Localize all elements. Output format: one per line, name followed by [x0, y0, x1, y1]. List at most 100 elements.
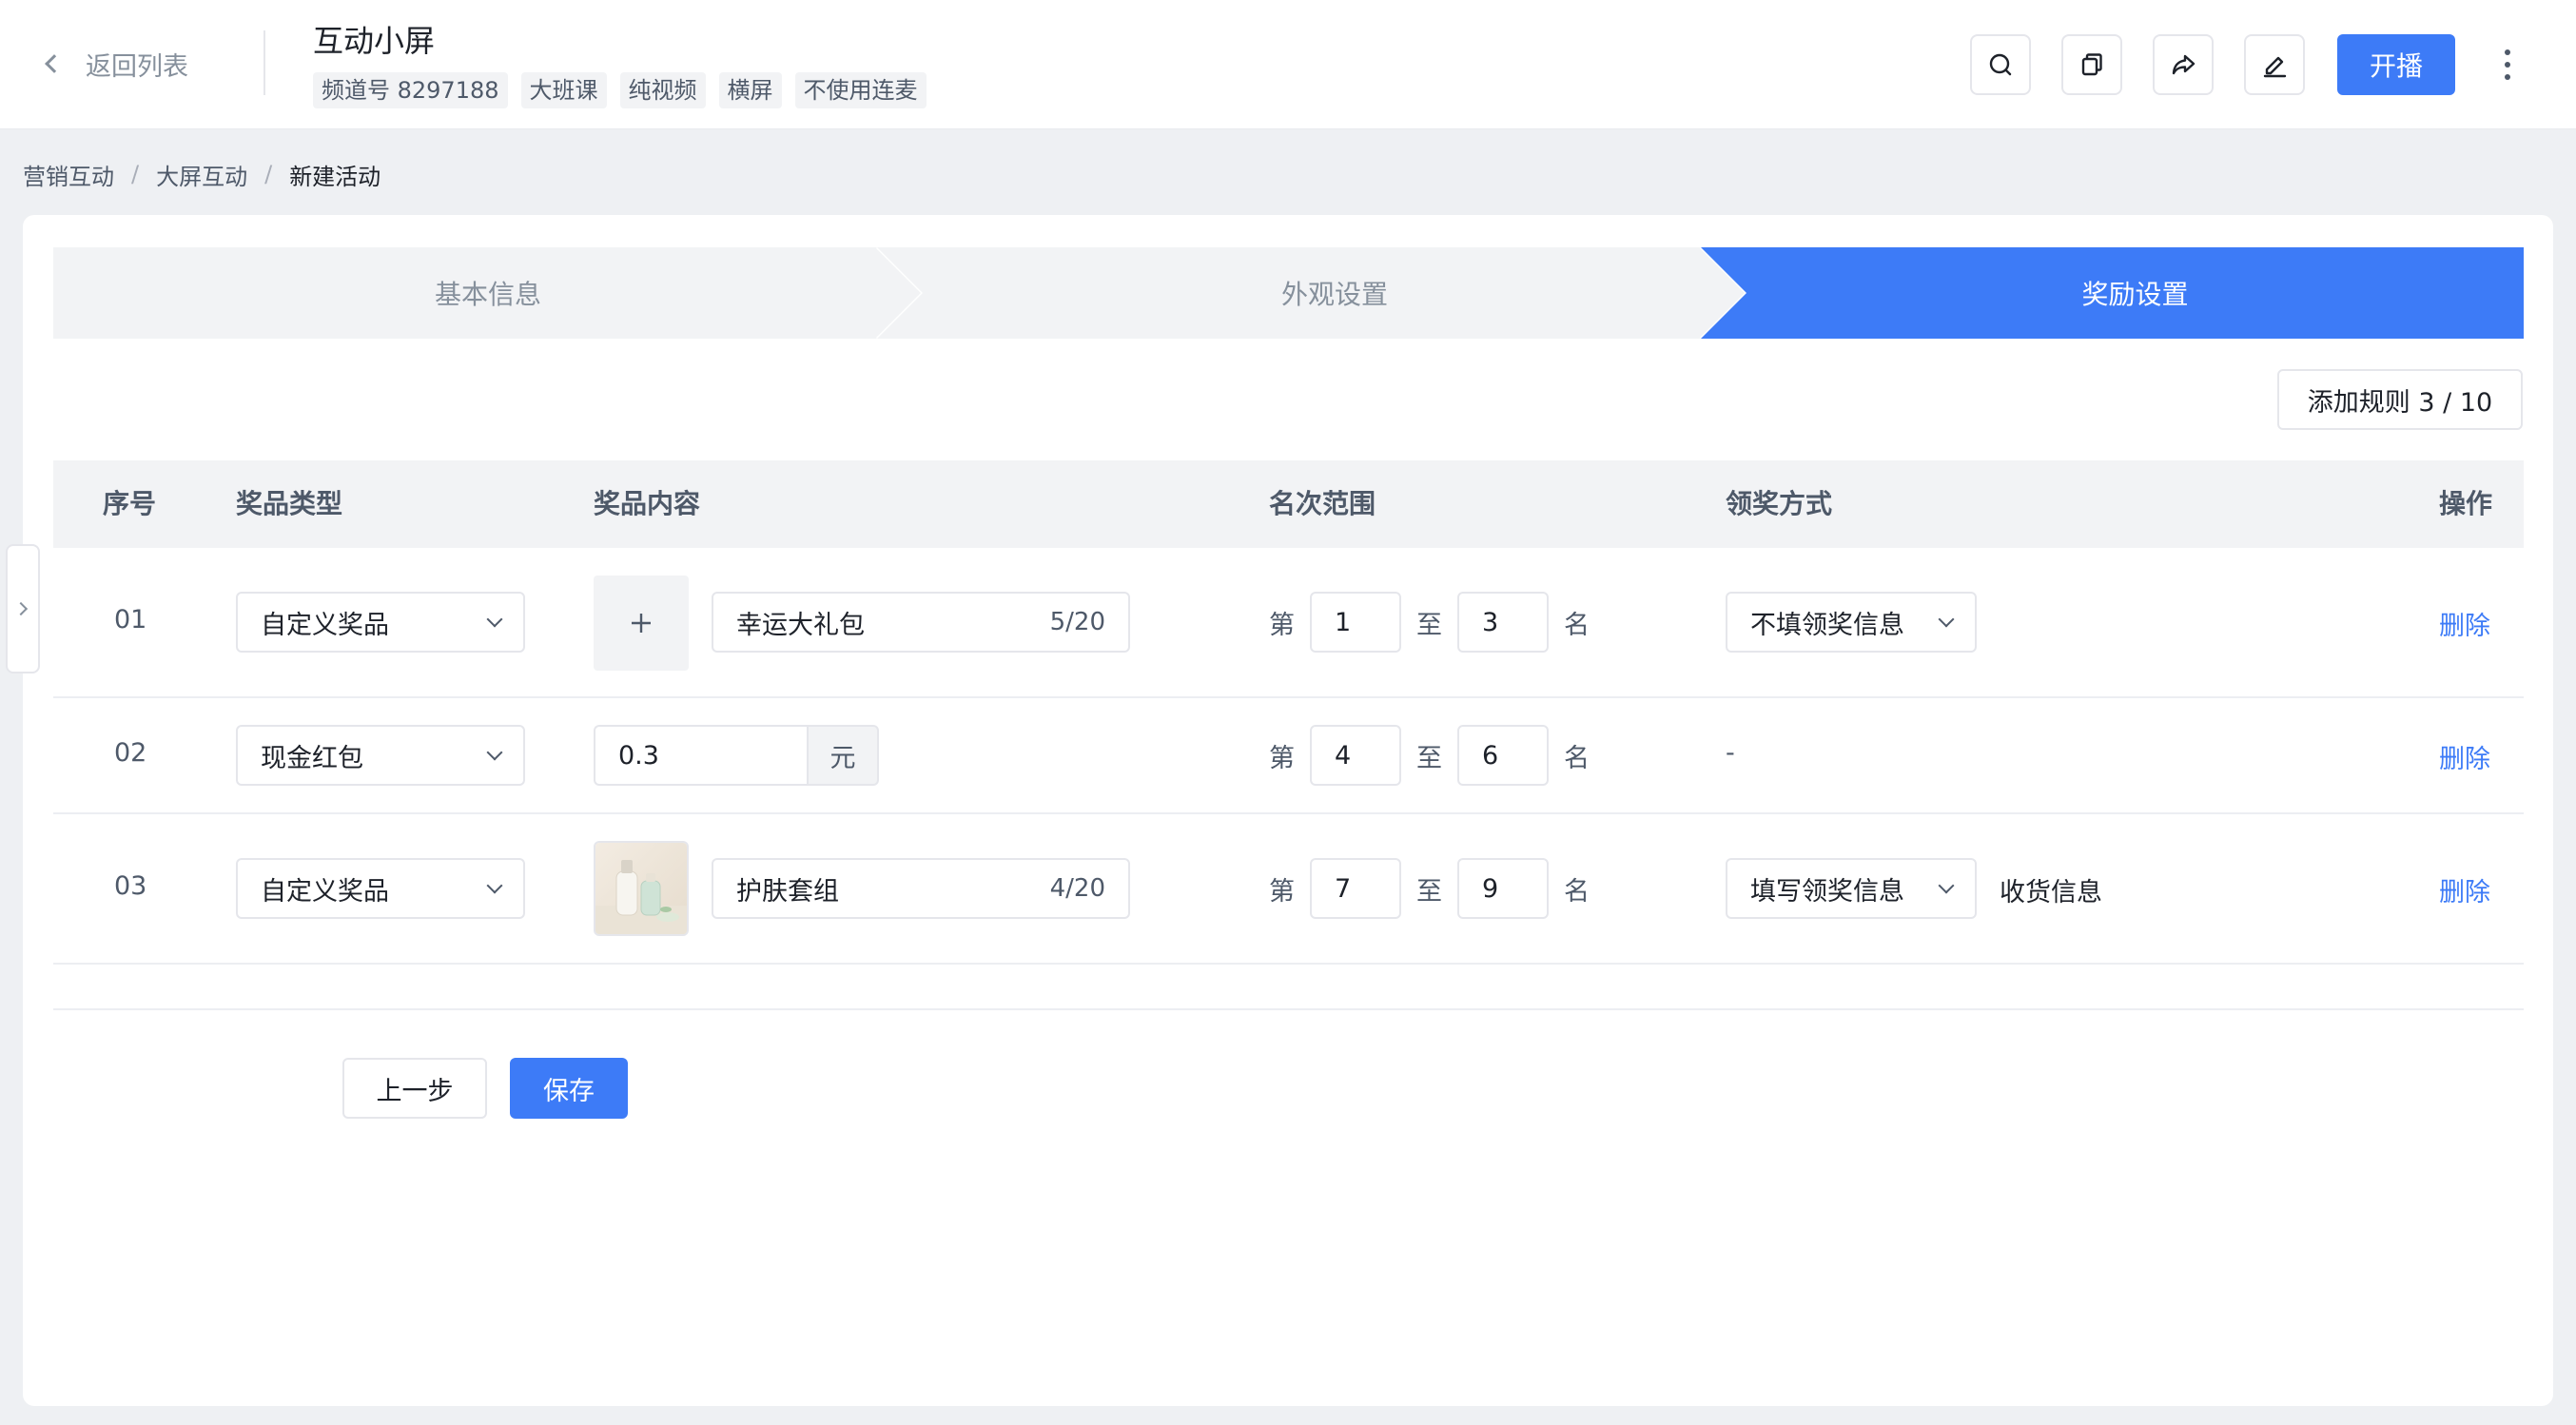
- breadcrumb-screen-interaction[interactable]: 大屏互动: [156, 158, 247, 191]
- save-button[interactable]: 保存: [510, 1058, 628, 1119]
- start-live-button[interactable]: 开播: [2337, 34, 2455, 95]
- chevron-down-icon: [486, 744, 503, 761]
- chevron-right-icon: [13, 601, 29, 616]
- top-bar: 返回列表 互动小屏 频道号 8297188 大班课 纯视频 横屏 不使用连麦 开…: [0, 0, 2576, 129]
- breadcrumb-marketing[interactable]: 营销互动: [23, 158, 114, 191]
- rank-prefix: 第: [1269, 743, 1295, 773]
- char-counter: 4/20: [1049, 874, 1105, 903]
- prize-type-value: 自定义奖品: [261, 876, 389, 907]
- claim-method-select[interactable]: 填写领奖信息: [1726, 858, 1977, 919]
- col-rank-range: 名次范围: [1269, 488, 1376, 519]
- shipping-info-label: 收货信息: [2000, 878, 2102, 908]
- prize-name-input[interactable]: 幸运大礼包 5/20: [712, 592, 1130, 653]
- edit-button[interactable]: [2244, 34, 2305, 95]
- breadcrumb-separator: /: [264, 161, 273, 187]
- chevron-down-icon: [486, 877, 503, 894]
- row-seq: 03: [114, 871, 147, 901]
- prize-name-input[interactable]: 护肤套组 4/20: [712, 858, 1130, 919]
- rank-to-input[interactable]: 6: [1457, 725, 1549, 786]
- table-row: 02 现金红包 0.3 元 第 4 至 6 名 - 删除: [53, 698, 2524, 814]
- copy-icon: [2081, 53, 2102, 76]
- table-row: 01 自定义奖品 幸运大礼包 5/20 第 1 至 3 名 不填领奖信息 删除: [53, 548, 2524, 698]
- footer-divider: [53, 1008, 2524, 1010]
- table-row: 03 自定义奖品 护肤套组 4/20 第 7 至 9 名 填写领奖信息 收货信息…: [53, 814, 2524, 965]
- add-rule-button[interactable]: 添加规则 3 / 10: [2277, 369, 2523, 430]
- currency-unit: 元: [807, 725, 879, 786]
- rank-prefix: 第: [1269, 610, 1295, 640]
- prize-image-upload[interactable]: [594, 576, 689, 671]
- chevron-left-icon: [45, 54, 64, 73]
- edit-icon: [2263, 56, 2287, 78]
- claim-method-select[interactable]: 不填领奖信息: [1726, 592, 1977, 653]
- rank-from-input[interactable]: 1: [1310, 592, 1401, 653]
- rank-from-input[interactable]: 7: [1310, 858, 1401, 919]
- table-header: 序号 奖品类型 奖品内容 名次范围 领奖方式 操作: [53, 460, 2524, 548]
- rank-range: 第 4 至 6 名: [1269, 725, 1590, 786]
- plus-icon: [632, 614, 651, 633]
- rank-mid: 至: [1416, 743, 1442, 773]
- tag-mic-link: 不使用连麦: [794, 72, 927, 108]
- delete-rule-button[interactable]: 删除: [2439, 738, 2490, 775]
- side-panel-toggle[interactable]: [6, 544, 40, 673]
- prize-type-select[interactable]: 自定义奖品: [236, 858, 525, 919]
- step-reward-settings[interactable]: 奖励设置: [1747, 247, 2524, 339]
- row-seq: 01: [114, 605, 147, 634]
- claim-method-empty: -: [1726, 738, 1735, 768]
- breadcrumb-separator: /: [131, 161, 140, 187]
- rank-to-input[interactable]: 3: [1457, 592, 1549, 653]
- rank-mid: 至: [1416, 876, 1442, 907]
- prize-type-select[interactable]: 现金红包: [236, 725, 525, 786]
- page-title: 互动小屏: [313, 23, 436, 59]
- step-basic-info[interactable]: 基本信息: [53, 247, 923, 339]
- more-dots-icon: [2505, 49, 2510, 55]
- chevron-down-icon: [486, 611, 503, 628]
- search-button[interactable]: [1970, 34, 2031, 95]
- previous-step-button[interactable]: 上一步: [342, 1058, 487, 1119]
- tag-class-type: 大班课: [520, 72, 607, 108]
- prize-name-value: 护肤套组: [736, 876, 839, 907]
- chevron-down-icon: [1938, 611, 1955, 628]
- rank-suffix: 名: [1564, 876, 1590, 907]
- chevron-down-icon: [1938, 877, 1955, 894]
- tag-orientation: 横屏: [718, 72, 782, 108]
- prize-type-select[interactable]: 自定义奖品: [236, 592, 525, 653]
- breadcrumb: 营销互动 / 大屏互动 / 新建活动: [23, 158, 381, 190]
- share-button[interactable]: [2153, 34, 2214, 95]
- rank-to-input[interactable]: 9: [1457, 858, 1549, 919]
- claim-method-value: 不填领奖信息: [1750, 610, 1904, 640]
- channel-tags: 频道号 8297188 大班课 纯视频 横屏 不使用连麦: [313, 72, 927, 108]
- tag-channel-number: 频道号 8297188: [313, 72, 508, 108]
- delete-rule-button[interactable]: 删除: [2439, 605, 2490, 642]
- rank-from-input[interactable]: 4: [1310, 725, 1401, 786]
- cash-amount-value[interactable]: 0.3: [594, 725, 807, 786]
- prize-type-value: 现金红包: [261, 743, 363, 773]
- share-icon: [2172, 54, 2195, 75]
- col-actions: 操作: [2439, 488, 2493, 519]
- col-claim-method: 领奖方式: [1726, 488, 1833, 519]
- col-seq: 序号: [103, 488, 157, 519]
- search-icon: [1989, 53, 2012, 76]
- skincare-product-photo: [595, 843, 687, 934]
- char-counter: 5/20: [1049, 608, 1105, 636]
- delete-rule-button[interactable]: 删除: [2439, 871, 2490, 908]
- col-prize-content: 奖品内容: [594, 488, 701, 519]
- rank-prefix: 第: [1269, 876, 1295, 907]
- back-to-list-link[interactable]: 返回列表: [45, 42, 188, 86]
- copy-button[interactable]: [2061, 34, 2122, 95]
- prize-image-thumbnail[interactable]: [594, 841, 689, 936]
- rank-suffix: 名: [1564, 610, 1590, 640]
- more-options-button[interactable]: [2488, 44, 2527, 86]
- prize-type-value: 自定义奖品: [261, 610, 389, 640]
- step-bar: 基本信息 外观设置 奖励设置: [53, 247, 2524, 339]
- tag-video-mode: 纯视频: [619, 72, 706, 108]
- cash-amount-input: 0.3 元: [594, 725, 879, 786]
- row-seq: 02: [114, 738, 147, 768]
- claim-method-value: 填写领奖信息: [1750, 876, 1904, 907]
- back-label: 返回列表: [86, 51, 188, 82]
- prize-name-value: 幸运大礼包: [736, 610, 865, 640]
- step-appearance[interactable]: 外观设置: [923, 247, 1747, 339]
- col-prize-type: 奖品类型: [236, 488, 343, 519]
- rank-range: 第 7 至 9 名: [1269, 858, 1590, 919]
- breadcrumb-current: 新建活动: [289, 163, 381, 190]
- rank-suffix: 名: [1564, 743, 1590, 773]
